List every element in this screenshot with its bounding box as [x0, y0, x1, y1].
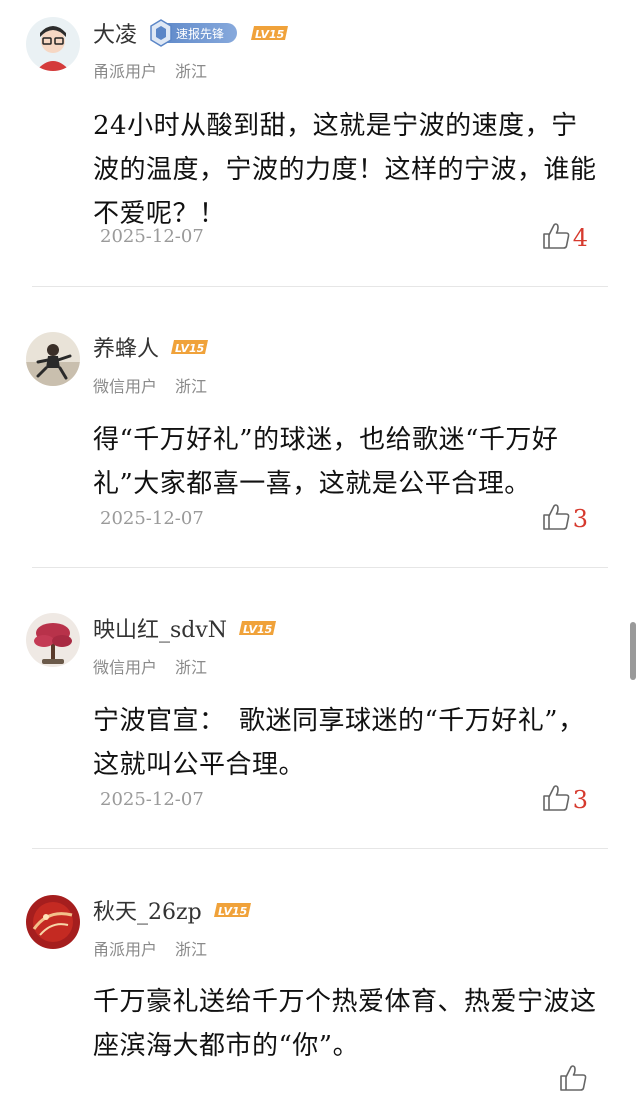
- level-badge: LV15: [239, 619, 277, 637]
- like-count: 4: [572, 224, 588, 252]
- thumbs-up-icon: [558, 1063, 588, 1097]
- speed-pioneer-badge: 速报先锋: [147, 19, 239, 47]
- thumbs-up-icon: [541, 783, 571, 817]
- divider: [32, 567, 608, 568]
- comment-date: 2025-12-07: [100, 789, 204, 810]
- badge-label: 速报先锋: [176, 26, 224, 41]
- username[interactable]: 映山红_sdvN: [93, 612, 227, 644]
- like-button[interactable]: [558, 1064, 588, 1096]
- thumbs-up-icon: [541, 221, 571, 255]
- user-meta: 微信用户 浙江: [93, 373, 207, 397]
- thumbs-up-icon: [541, 502, 571, 536]
- user-meta: 甬派用户 浙江: [93, 936, 207, 960]
- user-meta: 甬派用户 浙江: [93, 58, 207, 82]
- user-source: 甬派用户: [93, 940, 158, 959]
- username[interactable]: 秋天_26zp: [93, 894, 202, 926]
- user-region: 浙江: [175, 658, 208, 677]
- user-region: 浙江: [175, 62, 208, 81]
- user-region: 浙江: [175, 377, 208, 396]
- level-label: LV15: [255, 28, 285, 41]
- like-button[interactable]: 4: [541, 222, 588, 254]
- like-button[interactable]: 3: [541, 784, 588, 816]
- level-label: LV15: [243, 623, 273, 636]
- name-row: 养蜂人 LV15: [93, 330, 209, 364]
- comment-date: 2025-12-07: [100, 226, 204, 247]
- level-label: LV15: [218, 905, 248, 918]
- like-count: 3: [572, 505, 588, 533]
- divider: [32, 286, 608, 287]
- divider: [32, 848, 608, 849]
- like-button[interactable]: 3: [541, 503, 588, 535]
- name-row: 秋天_26zp LV15: [93, 893, 252, 927]
- name-row: 映山红_sdvN LV15: [93, 611, 277, 645]
- avatar[interactable]: [26, 895, 80, 949]
- avatar[interactable]: [26, 17, 80, 71]
- user-region: 浙江: [175, 940, 208, 959]
- user-source: 甬派用户: [93, 62, 158, 81]
- user-meta: 微信用户 浙江: [93, 654, 207, 678]
- level-label: LV15: [175, 342, 205, 355]
- comment-date: 2025-12-07: [100, 508, 204, 529]
- level-badge: LV15: [171, 338, 209, 356]
- avatar[interactable]: [26, 332, 80, 386]
- level-badge: LV15: [251, 24, 289, 42]
- comment-text: 24小时从酸到甜，这就是宁波的速度，宁波的温度，宁波的力度！这样的宁波，谁能不爱…: [93, 111, 597, 229]
- comment-text: 宁波官宣： 歌迷同享球迷的“千万好礼”，这就叫公平合理。: [93, 706, 585, 780]
- like-count: 3: [572, 786, 588, 814]
- avatar[interactable]: [26, 613, 80, 667]
- name-row: 大凌 速报先锋 LV15: [93, 16, 289, 50]
- user-source: 微信用户: [93, 377, 158, 396]
- username[interactable]: 大凌: [93, 17, 137, 49]
- user-source: 微信用户: [93, 658, 158, 677]
- comment-text: 得“千万好礼”的球迷，也给歌迷“千万好礼”大家都喜一喜，这就是公平合理。: [93, 425, 559, 499]
- scrollbar[interactable]: [630, 622, 636, 680]
- comment-text: 千万豪礼送给千万个热爱体育、热爱宁波这座滨海大都市的“你”。: [93, 987, 597, 1061]
- level-badge: LV15: [213, 901, 252, 919]
- username[interactable]: 养蜂人: [93, 331, 159, 363]
